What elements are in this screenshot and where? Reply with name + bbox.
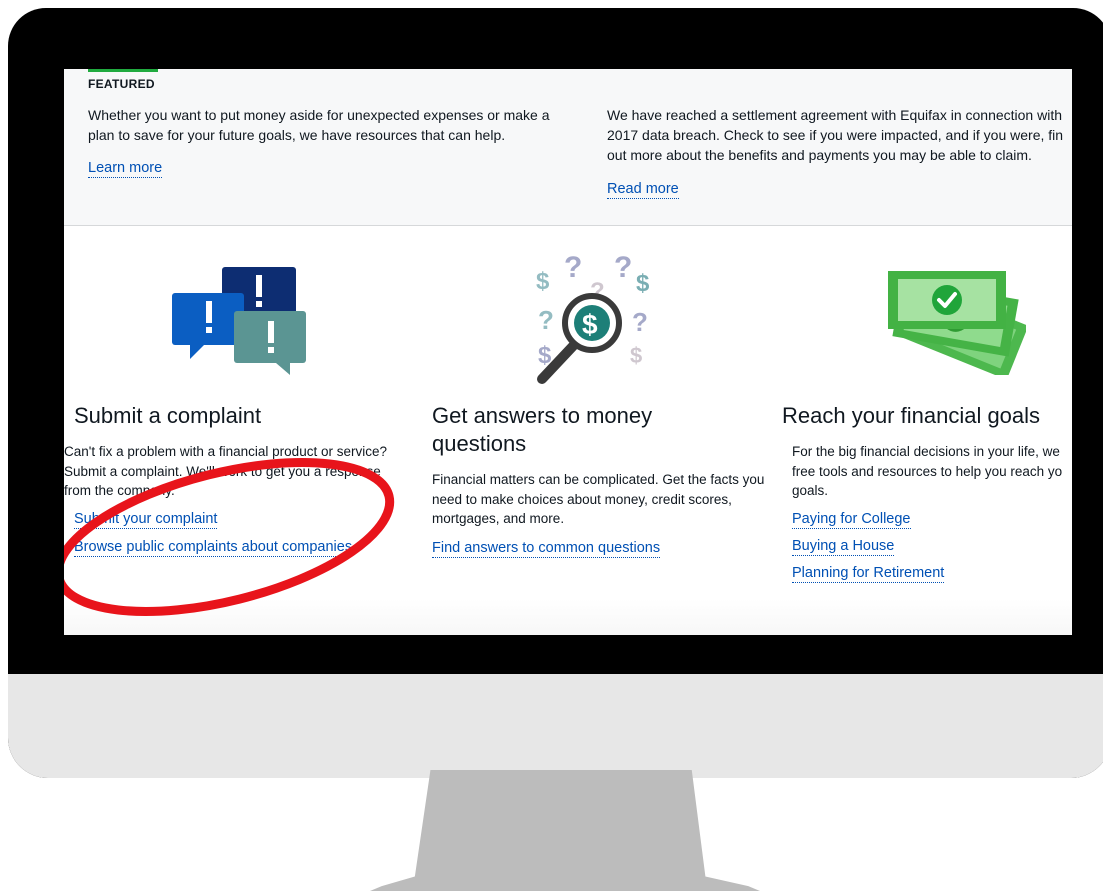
svg-text:?: ?: [538, 305, 554, 335]
submit-your-complaint-link[interactable]: Submit your complaint: [74, 510, 218, 529]
svg-text:$: $: [582, 309, 598, 340]
card-title-financial-goals: Reach your financial goals: [782, 403, 1041, 428]
svg-text:?: ?: [632, 307, 648, 337]
learn-more-link[interactable]: Learn more: [88, 159, 163, 178]
card-desc-money-questions: Financial matters can be complicated. Ge…: [432, 472, 765, 526]
featured-accent-bar: [88, 69, 158, 72]
card-title-submit-complaint: Submit a complaint: [74, 403, 262, 428]
paying-for-college-link[interactable]: Paying for College: [792, 510, 911, 529]
svg-text:?: ?: [614, 251, 632, 284]
browser-screen: FEATURED Whether you want to put money a…: [64, 69, 1072, 635]
featured-label: FEATURED: [88, 77, 155, 91]
money-check-icon: [888, 271, 1026, 375]
speech-bubbles-icon: [172, 267, 306, 375]
planning-for-retirement-link[interactable]: Planning for Retirement: [792, 564, 945, 583]
browse-public-complaints-link[interactable]: Browse public complaints about companies: [74, 538, 353, 557]
read-more-link[interactable]: Read more: [607, 180, 679, 199]
monitor-frame: FEATURED Whether you want to put money a…: [8, 8, 1103, 778]
svg-text:$: $: [536, 268, 550, 295]
svg-text:$: $: [630, 343, 642, 368]
svg-text:?: ?: [564, 251, 582, 284]
card-desc-financial-goals: For the big financial decisions in your …: [792, 444, 1063, 498]
magnifying-glass-dollar-icon: $ ? ? ? $ ? ? $ $ $: [536, 251, 650, 384]
featured-right-text: We have reached a settlement agreement w…: [607, 107, 1064, 163]
card-title-money-questions: Get answers to money questions: [432, 403, 653, 456]
featured-left-text: Whether you want to put money aside for …: [88, 107, 550, 143]
featured-section: FEATURED Whether you want to put money a…: [64, 69, 1072, 226]
buying-a-house-link[interactable]: Buying a House: [792, 537, 895, 556]
card-desc-submit-complaint: Can't fix a problem with a financial pro…: [64, 444, 387, 498]
svg-text:$: $: [636, 270, 650, 297]
monitor-stand: [370, 770, 760, 891]
monitor-chin: [8, 674, 1103, 778]
page-bottom-fade: [64, 599, 1072, 635]
find-answers-link[interactable]: Find answers to common questions: [432, 539, 661, 558]
